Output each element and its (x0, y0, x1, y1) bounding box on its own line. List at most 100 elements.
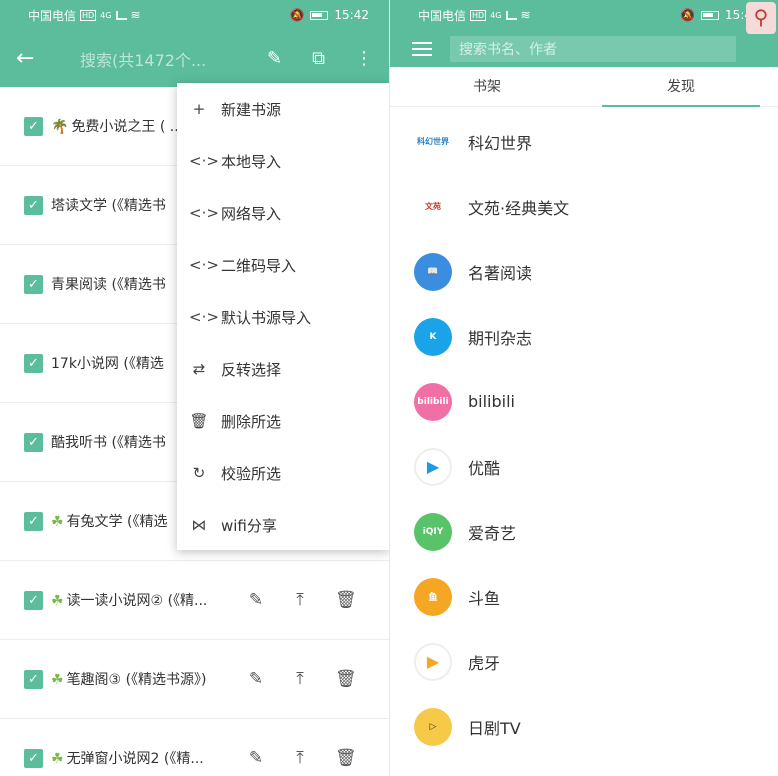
menu-item-new-source[interactable]: + 新建书源 (177, 83, 389, 135)
network-label: 4G (100, 10, 112, 20)
source-label: 名著阅读 (468, 263, 533, 283)
hd-icon: HD (470, 9, 487, 21)
source-label: 爱奇艺 (468, 523, 517, 543)
mute-icon: 🔕 (680, 8, 696, 22)
source-name: ☘ 读一读小说网② (《精... (51, 593, 208, 609)
refresh-icon: ↻ (192, 464, 206, 482)
checkbox-checked[interactable]: ✓ (24, 590, 43, 610)
menu-item-qrcode-import[interactable]: <·> 二维码导入 (177, 239, 389, 291)
source-logo-icon: 文苑 (414, 187, 452, 226)
menu-item-default-import[interactable]: <·> 默认书源导入 (177, 291, 389, 343)
app-bar: 中国电信 HD 4G ≋ 🔕 15:42 ← 搜索(共1472个... ✎ ⧉ … (0, 0, 389, 87)
move-top-icon[interactable]: ⤒ (291, 669, 309, 689)
search-input[interactable]: 搜索书名、作者 (450, 35, 736, 62)
source-logo-icon: 鱼 (414, 577, 452, 616)
source-label: 虎牙 (468, 653, 501, 673)
menu-item-verify-selected[interactable]: ↻ 校验所选 (177, 447, 389, 499)
magnifier-icon[interactable]: ⚲ (746, 2, 776, 34)
code-icon: <·> (189, 152, 219, 170)
list-item[interactable]: K 期刊杂志 (390, 304, 778, 369)
list-item[interactable]: ▶ 虎牙 (390, 629, 778, 694)
delete-icon[interactable]: 🗑 (335, 590, 357, 610)
list-item[interactable]: 科幻世界 科幻世界 (390, 109, 778, 174)
leaf-icon: 🌴 (51, 119, 69, 135)
carrier-label: 中国电信 (418, 8, 467, 23)
table-row[interactable]: ✓ ☘ 读一读小说网② (《精... ✎ ⤒ 🗑 (0, 561, 389, 640)
source-label: 期刊杂志 (468, 328, 533, 348)
checkbox-checked[interactable]: ✓ (24, 274, 43, 294)
list-item[interactable]: bilibili bilibili (390, 369, 778, 434)
menu-item-local-import[interactable]: <·> 本地导入 (177, 135, 389, 187)
leaf-icon: ☘ (51, 593, 64, 609)
source-logo-icon: ▶ (414, 447, 452, 486)
mute-icon: 🔕 (289, 8, 305, 22)
signal-icon (115, 10, 127, 20)
list-item[interactable]: ▷ 日剧TV (390, 694, 778, 759)
move-top-icon[interactable]: ⤒ (291, 590, 309, 610)
menu-item-invert-selection[interactable]: ⇄ 反转选择 (177, 343, 389, 395)
share-icon: ⋈ (191, 516, 207, 534)
source-logo-icon: bilibili (414, 382, 452, 421)
menu-item-delete-selected[interactable]: 🗑 删除所选 (177, 395, 389, 447)
plus-icon: + (192, 100, 206, 118)
table-row[interactable]: ✓ ☘ 无弹窗小说网2 (《精... ✎ ⤒ 🗑 (0, 719, 389, 776)
edit-icon[interactable]: ✎ (247, 748, 265, 768)
code-icon: <·> (189, 256, 219, 274)
leaf-icon: ☘ (51, 514, 64, 530)
delete-icon[interactable]: 🗑 (335, 669, 357, 689)
menu-item-network-import[interactable]: <·> 网络导入 (177, 187, 389, 239)
checkbox-checked[interactable]: ✓ (24, 432, 43, 452)
list-item[interactable]: ▶ 优酷 (390, 434, 778, 499)
leaf-icon: ☘ (51, 751, 64, 767)
checkbox-checked[interactable]: ✓ (24, 748, 43, 768)
source-search-field[interactable]: 搜索(共1472个... (80, 47, 215, 71)
menu-item-wifi-share[interactable]: ⋈ wifi分享 (177, 499, 389, 551)
carrier-label: 中国电信 (28, 8, 77, 23)
edit-icon[interactable]: ✎ (247, 669, 265, 689)
delete-icon[interactable]: 🗑 (335, 748, 357, 768)
checkbox-checked[interactable]: ✓ (24, 353, 43, 373)
network-label: 4G (490, 10, 502, 20)
checkbox-checked[interactable]: ✓ (24, 511, 43, 531)
edit-icon[interactable]: ✎ (267, 48, 282, 69)
status-bar: 中国电信 HD 4G ≋ 🔕 15:4 (390, 0, 778, 30)
checkbox-checked[interactable]: ✓ (24, 195, 43, 215)
group-icon[interactable]: ⧉ (312, 48, 325, 69)
source-label: bilibili (468, 392, 515, 411)
tab-bar: 书架 发现 (390, 67, 778, 107)
leaf-icon: ☘ (51, 672, 64, 688)
list-item[interactable]: 📖 名著阅读 (390, 239, 778, 304)
source-label: 日剧TV (468, 718, 521, 738)
battery-icon (701, 10, 720, 20)
more-vert-icon[interactable]: ⋮ (355, 48, 373, 69)
back-arrow-icon[interactable]: ← (16, 46, 46, 71)
move-top-icon[interactable]: ⤒ (291, 748, 309, 768)
checkbox-checked[interactable]: ✓ (24, 116, 43, 136)
source-logo-icon: K (414, 317, 452, 356)
code-icon: <·> (189, 204, 219, 222)
list-item[interactable]: 文苑 文苑·经典美文 (390, 174, 778, 239)
battery-icon (310, 10, 329, 20)
clock: 15:42 (334, 8, 369, 22)
source-name: ☘ 无弹窗小说网2 (《精... (51, 751, 204, 767)
wifi-icon: ≋ (520, 8, 531, 22)
table-row[interactable]: ✓ ☘ 笔趣阁③ (《精选书源》) ✎ ⤒ 🗑 (0, 640, 389, 719)
overflow-menu: + 新建书源 <·> 本地导入 <·> 网络导入 <·> 二维码导入 <·> 默认书源导入… (177, 83, 389, 550)
source-label: 优酷 (468, 458, 501, 478)
source-logo-icon: 📖 (414, 252, 452, 291)
tab-discover[interactable]: 发现 (584, 67, 778, 107)
discover-panel: 中国电信 HD 4G ≋ 🔕 15:4 搜索书名、作者 ⚲ 书架 发现 科幻世界… (389, 0, 778, 776)
list-item[interactable]: iQIY 爱奇艺 (390, 499, 778, 564)
tab-bookshelf[interactable]: 书架 (390, 67, 584, 106)
menu-icon[interactable] (412, 41, 432, 56)
app-bar: 中国电信 HD 4G ≋ 🔕 15:4 搜索书名、作者 ⚲ (390, 0, 778, 67)
status-bar: 中国电信 HD 4G ≋ 🔕 15:42 (0, 0, 389, 30)
checkbox-checked[interactable]: ✓ (24, 669, 43, 689)
source-logo-icon: 科幻世界 (414, 122, 452, 161)
source-label: 斗鱼 (468, 588, 501, 608)
list-item[interactable]: 鱼斗鱼 (390, 564, 778, 629)
edit-icon[interactable]: ✎ (247, 590, 265, 610)
wifi-icon: ≋ (130, 8, 141, 22)
source-label: 文苑·经典美文 (468, 198, 570, 218)
toolbar: ← 搜索(共1472个... ✎ ⧉ ⋮ (0, 30, 389, 87)
